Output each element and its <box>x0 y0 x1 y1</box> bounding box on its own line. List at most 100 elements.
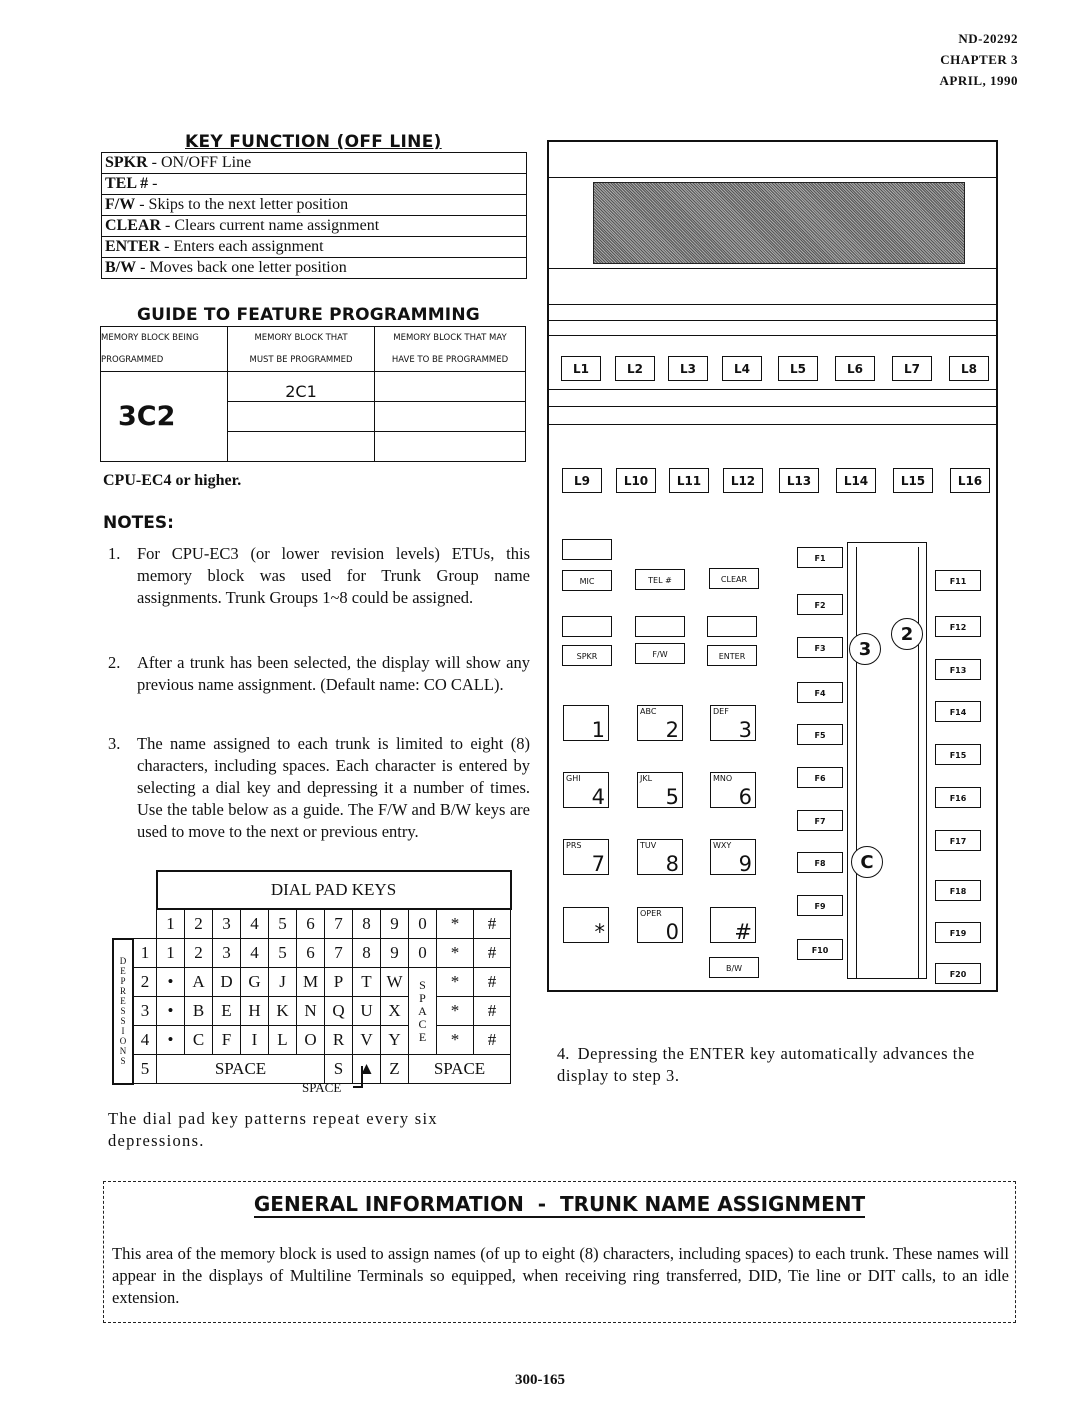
dial-key-4[interactable]: GHI 4 <box>563 772 609 809</box>
blank-key[interactable] <box>635 616 685 637</box>
block-programmed: 3C2 <box>118 401 176 432</box>
line-key-l4[interactable]: L4 <box>722 356 762 381</box>
depression-number: 3 <box>132 996 157 1026</box>
function-key-f16[interactable]: F16 <box>935 787 981 808</box>
callout-c: C <box>851 846 883 878</box>
dial-cell: 3 <box>212 938 241 968</box>
function-key-f6[interactable]: F6 <box>797 767 843 788</box>
multiline-terminal-diagram: L1 L2 L3 L4 L5 L6 L7 L8 L9 L10 L11 L12 L13 L14 L15 L16… <box>547 140 998 992</box>
line-key-l7[interactable]: L7 <box>892 356 932 381</box>
document-header: ND-20292 CHAPTER 3 APRIL, 1990 <box>940 28 1018 91</box>
key-mic[interactable]: MIC <box>562 570 612 591</box>
handset-cradle <box>847 542 927 979</box>
dial-key-7[interactable]: PRS 7 <box>563 839 609 876</box>
dial-key-5[interactable]: JKL 5 <box>637 772 683 809</box>
dial-key-digit: 5 <box>665 785 679 809</box>
function-key-f11[interactable]: F11 <box>935 570 981 591</box>
function-key-f1[interactable]: F1 <box>797 547 843 568</box>
dial-cell: 1 <box>156 938 185 968</box>
dial-key-header: * <box>436 908 474 939</box>
note-text: The name assigned to each trunk is limit… <box>137 734 530 841</box>
key-description: - Moves back one letter position <box>136 259 347 276</box>
line-key-l5[interactable]: L5 <box>778 356 818 381</box>
may-program-cell <box>374 401 526 432</box>
line-key-l10[interactable]: L10 <box>616 468 656 493</box>
line-key-l8[interactable]: L8 <box>949 356 989 381</box>
dial-key-header: 7 <box>324 908 353 939</box>
function-key-f9[interactable]: F9 <box>797 895 843 916</box>
key-fw[interactable]: F/W <box>635 643 685 664</box>
function-key-f15[interactable]: F15 <box>935 744 981 765</box>
line-key-l3[interactable]: L3 <box>668 356 708 381</box>
dial-cell: W <box>380 967 409 997</box>
line-key-l6[interactable]: L6 <box>835 356 875 381</box>
key-tel[interactable]: TEL # <box>635 569 685 590</box>
line-key-l15[interactable]: L15 <box>893 468 933 493</box>
function-key-f19[interactable]: F19 <box>935 922 981 943</box>
dial-cell: I <box>240 1025 269 1055</box>
blank-key[interactable] <box>562 539 612 560</box>
function-key-f5[interactable]: F5 <box>797 724 843 745</box>
blank-key[interactable] <box>562 616 612 637</box>
key-function-title: KEY FUNCTION (OFF LINE) <box>185 132 442 152</box>
note-item: 4. Depressing the ENTER key automaticall… <box>557 1043 989 1087</box>
dial-key-letters: GHI <box>566 774 581 783</box>
function-key-f12[interactable]: F12 <box>935 616 981 637</box>
key-bw[interactable]: B/W <box>709 957 759 978</box>
line-key-l13[interactable]: L13 <box>779 468 819 493</box>
key-description: - ON/OFF Line <box>147 154 252 171</box>
function-key-f18[interactable]: F18 <box>935 880 981 901</box>
key-enter[interactable]: ENTER <box>707 645 757 666</box>
line-key-l14[interactable]: L14 <box>836 468 876 493</box>
function-key-f3[interactable]: F3 <box>797 637 843 658</box>
must-program-cell: 2C1 <box>227 371 375 402</box>
dial-key-header: 0 <box>408 908 437 939</box>
space-vertical-cell: SPACE <box>408 967 437 1055</box>
line-key-l1[interactable]: L1 <box>561 356 601 381</box>
dial-key-2[interactable]: ABC 2 <box>637 705 683 742</box>
dial-cell: 9 <box>380 938 409 968</box>
arrow-connector <box>353 1066 363 1088</box>
note-text: Depressing the ENTER key automatically a… <box>557 1044 975 1085</box>
function-key-f7[interactable]: F7 <box>797 810 843 831</box>
function-key-f20[interactable]: F20 <box>935 963 981 984</box>
dial-key-1[interactable]: 1 <box>563 705 609 742</box>
blank-key[interactable] <box>707 616 757 637</box>
line-key-l9[interactable]: L9 <box>562 468 602 493</box>
dial-cell: • <box>156 1025 185 1055</box>
line-key-l2[interactable]: L2 <box>615 356 655 381</box>
dial-cell: T <box>352 967 381 997</box>
dial-cell: * <box>436 996 474 1026</box>
function-key-f14[interactable]: F14 <box>935 701 981 722</box>
dial-key-8[interactable]: TUV 8 <box>637 839 683 876</box>
dial-key-star[interactable]: * <box>563 907 609 944</box>
function-key-f10[interactable]: F10 <box>797 939 843 960</box>
dial-key-hash[interactable]: # <box>710 907 756 944</box>
guide-table: MEMORY BLOCK BEING PROGRAMMED MEMORY BLOC… <box>100 326 526 462</box>
function-key-f17[interactable]: F17 <box>935 830 981 851</box>
key-clear[interactable]: CLEAR <box>709 568 759 589</box>
line-key-l12[interactable]: L12 <box>723 468 763 493</box>
dial-key-header: # <box>473 908 511 939</box>
dial-key-9[interactable]: WXY 9 <box>710 839 756 876</box>
function-key-f13[interactable]: F13 <box>935 659 981 680</box>
dial-key-6[interactable]: MNO 6 <box>710 772 756 809</box>
dial-cell: 6 <box>296 938 325 968</box>
line-key-l11[interactable]: L11 <box>669 468 709 493</box>
key-description: - <box>148 175 158 192</box>
general-information-title: GENERAL INFORMATION - TRUNK NAME ASSIGNM… <box>104 1192 1015 1218</box>
key-spkr[interactable]: SPKR <box>562 645 612 666</box>
depression-number: 4 <box>132 1025 157 1055</box>
dial-key-3[interactable]: DEF 3 <box>710 705 756 742</box>
dial-key-digit: 0 <box>665 920 679 944</box>
dial-key-digit: * <box>594 920 606 944</box>
function-key-f8[interactable]: F8 <box>797 852 843 873</box>
line-key-l16[interactable]: L16 <box>950 468 990 493</box>
must-program-cell <box>227 401 375 432</box>
function-key-f2[interactable]: F2 <box>797 594 843 615</box>
depressions-label: DEPRESSIONS <box>112 937 134 1085</box>
dial-key-0[interactable]: OPER 0 <box>637 907 683 944</box>
function-key-f4[interactable]: F4 <box>797 682 843 703</box>
must-program-cell <box>227 431 375 462</box>
dial-cell: G <box>240 967 269 997</box>
